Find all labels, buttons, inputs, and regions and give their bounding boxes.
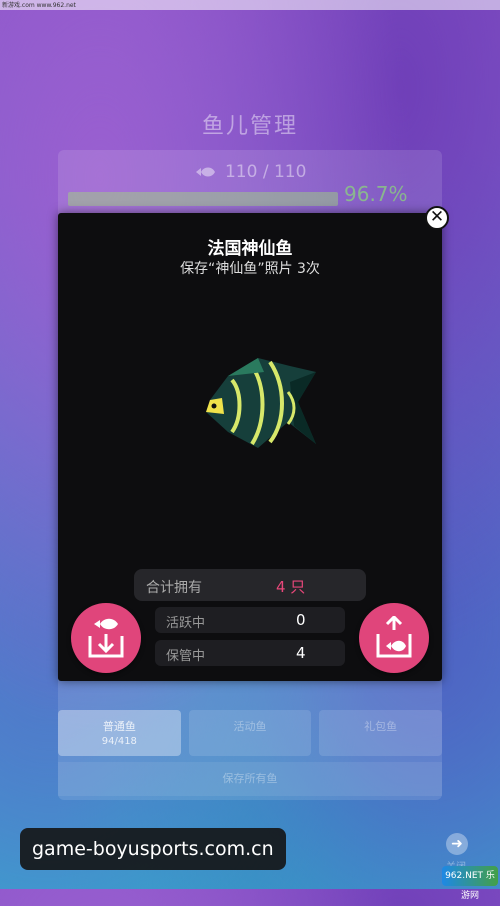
stored-value: 4 bbox=[296, 644, 306, 662]
tab-label: 普通鱼 bbox=[102, 720, 136, 733]
fish-store-icon bbox=[88, 618, 124, 658]
total-owned-label: 合计拥有 bbox=[146, 580, 202, 596]
release-fish-button[interactable] bbox=[359, 603, 429, 673]
status-bar: 新游戏.com www.962.net bbox=[0, 0, 500, 10]
close-icon[interactable]: ✕ bbox=[425, 206, 449, 230]
fish-release-icon bbox=[376, 616, 412, 658]
fish-count-text: 110 / 110 bbox=[224, 162, 307, 182]
fish-icon bbox=[195, 167, 215, 177]
tab-normal-fish[interactable]: 普通鱼 94/418 bbox=[58, 710, 181, 756]
tab-label: 礼包鱼 bbox=[364, 720, 398, 733]
store-fish-button[interactable] bbox=[71, 603, 141, 673]
collection-progress-bar bbox=[68, 192, 338, 206]
fish-name: 法国神仙鱼 bbox=[207, 239, 293, 259]
angelfish-image bbox=[206, 358, 316, 448]
status-bar-text: 新游戏.com www.962.net bbox=[2, 2, 76, 9]
fish-photo-count: 保存“神仙鱼”照片 3次 bbox=[180, 261, 320, 277]
collection-percent: 96.7% bbox=[344, 182, 408, 206]
watermark: game-boyusports.com.cn bbox=[20, 828, 286, 870]
page-title: 鱼儿管理 bbox=[201, 114, 298, 139]
tab-label: 活动鱼 bbox=[233, 720, 267, 733]
brand-logo: 962.NET 乐游网 bbox=[442, 866, 498, 901]
tab-event-fish[interactable]: 活动鱼 bbox=[188, 710, 312, 756]
arrow-right-icon[interactable]: ➜ bbox=[446, 833, 468, 855]
total-owned-value: 4 只 bbox=[276, 578, 306, 596]
fish-count: 110 / 110 bbox=[0, 162, 500, 182]
category-tabs: 普通鱼 94/418 活动鱼 礼包鱼 bbox=[58, 710, 443, 756]
active-label: 活跃中 bbox=[166, 616, 206, 631]
stored-label: 保管中 bbox=[166, 649, 206, 664]
tab-gift-fish[interactable]: 礼包鱼 bbox=[319, 710, 443, 756]
save-all-button[interactable]: 保存所有鱼 bbox=[58, 762, 442, 796]
tab-sub: 94/418 bbox=[101, 736, 137, 747]
active-value: 0 bbox=[296, 611, 306, 629]
